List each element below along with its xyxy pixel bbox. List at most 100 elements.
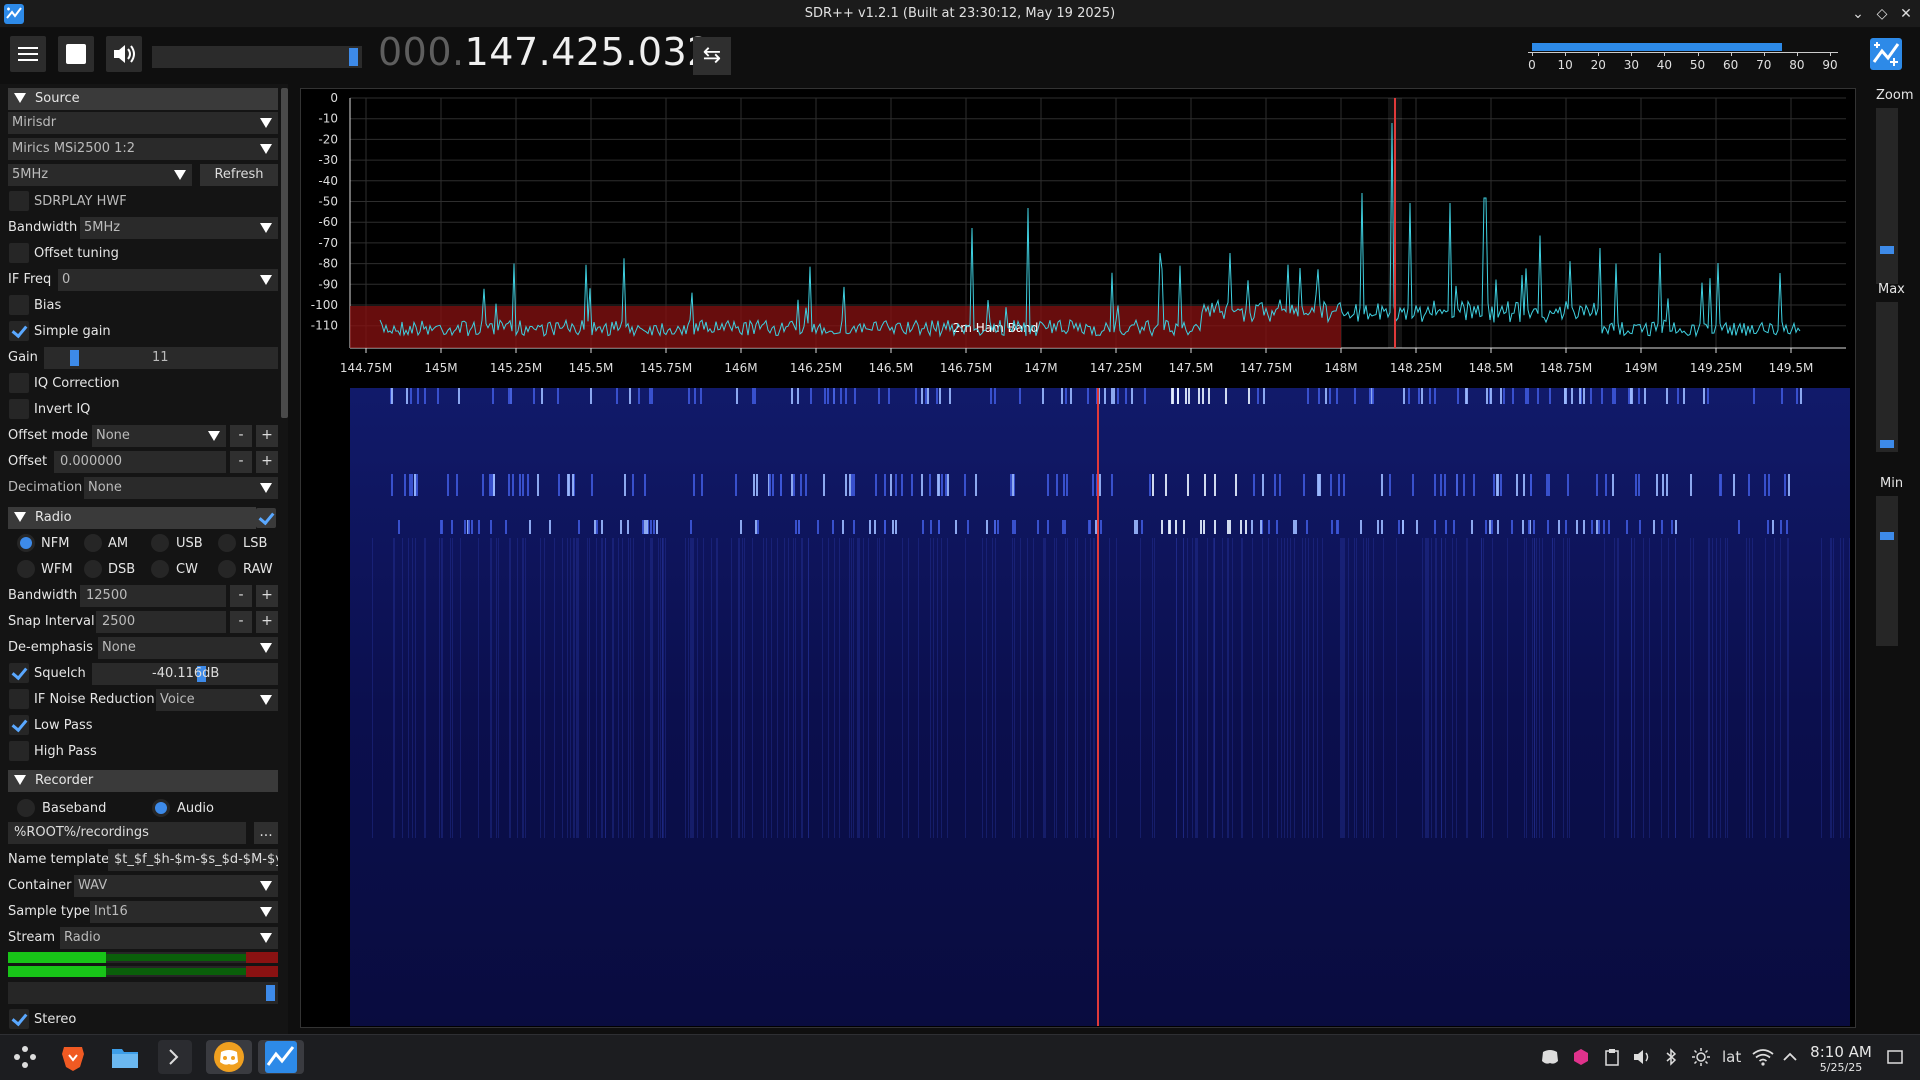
waterfall-noise-line [589,538,590,838]
stream-select[interactable]: Radio [60,927,278,949]
left-panel-scrollbar[interactable] [281,88,288,418]
invert-iq-checkbox[interactable] [9,399,29,419]
squelch-slider[interactable]: -40.116dB [92,663,278,685]
source-bandwidth-select[interactable]: 5MHz [80,217,278,239]
sdrplay-hwf-checkbox[interactable] [9,191,29,211]
frequency-display[interactable]: 000.147.425.032 [378,30,712,74]
container-select[interactable]: WAV [74,875,278,897]
source-device-select[interactable]: Mirisdr [8,112,278,134]
snr-tick [1565,52,1567,56]
zoom-slider-handle[interactable] [1880,246,1894,254]
volume-button[interactable] [106,36,142,72]
mode-radio-am[interactable] [84,534,102,552]
high-pass-checkbox[interactable] [9,741,29,761]
deemphasis-select[interactable]: None [98,637,278,659]
terminal-icon[interactable] [158,1040,192,1074]
low-pass-checkbox[interactable] [9,715,29,735]
clock-time[interactable]: 8:10 AM [1802,1043,1880,1061]
if-freq-select[interactable]: 0 [58,269,278,291]
mode-radio-nfm[interactable] [17,534,35,552]
mode-radio-lsb[interactable] [218,534,236,552]
radio-bandwidth-input[interactable]: 12500 [80,585,226,607]
app-tray-icon[interactable] [1572,1048,1590,1070]
mode-radio-wfm[interactable] [17,560,35,578]
refresh-button[interactable]: Refresh [200,164,278,186]
file-manager-icon[interactable] [108,1040,142,1074]
simple-gain-checkbox[interactable] [9,321,29,341]
recorder-audio-radio[interactable] [152,799,170,817]
offset-minus-button[interactable]: - [230,451,252,473]
radio-enable-checkbox[interactable] [256,508,276,528]
mode-radio-raw[interactable] [218,560,236,578]
recorder-volume-handle[interactable] [266,985,275,1001]
if-noise-reduction-checkbox[interactable] [9,689,29,709]
brightness-icon[interactable] [1692,1048,1710,1070]
recorder-volume-slider[interactable] [8,982,278,1004]
offset-mode-plus-button[interactable]: + [256,425,278,447]
volume-slider-handle[interactable] [349,48,358,66]
discord-tray-icon[interactable] [1540,1048,1560,1070]
clock-date[interactable]: 5/25/25 [1802,1061,1880,1074]
min-slider-handle[interactable] [1880,532,1894,540]
stereo-checkbox[interactable] [9,1009,29,1029]
app-launcher-icon[interactable] [8,1040,42,1074]
mode-radio-dsb[interactable] [84,560,102,578]
if-noise-reduction-select[interactable]: Voice [156,689,278,711]
samplerate-select[interactable]: 5MHz [8,164,192,186]
mode-radio-usb[interactable] [151,534,169,552]
zoom-slider[interactable] [1876,108,1898,284]
close-icon[interactable]: ✕ [1896,4,1916,24]
dropdown-icon [174,170,186,180]
menu-button[interactable] [10,36,46,72]
offset-mode-minus-button[interactable]: - [230,425,252,447]
hardware-select[interactable]: Mirics MSi2500 1:2 [8,138,278,160]
offset-input[interactable]: 0.000000 [54,451,226,473]
fft-y-tick-label: -50 [318,195,338,209]
offset-plus-button[interactable]: + [256,451,278,473]
stop-button[interactable] [58,36,94,72]
snap-interval-plus-button[interactable]: + [256,611,278,633]
iq-correction-checkbox[interactable] [9,373,29,393]
gain-slider-handle[interactable] [70,350,79,366]
browse-button[interactable]: ... [254,822,278,844]
offset-mode-select[interactable]: None [92,425,226,447]
name-template-input[interactable]: $t_$f_$h-$m-$s_$d-$M-$y [108,849,278,871]
bluetooth-icon[interactable] [1664,1048,1678,1070]
gain-slider[interactable]: 11 [44,347,278,369]
volume-icon[interactable] [1632,1048,1652,1070]
squelch-checkbox[interactable] [9,663,29,683]
wifi-icon[interactable] [1752,1048,1774,1070]
decimation-select[interactable]: None [84,477,278,499]
recorder-section-header[interactable]: Recorder [8,770,278,792]
snap-interval-minus-button[interactable]: - [230,611,252,633]
frequency-digits[interactable]: 147.425.032 [465,30,712,74]
waterfall-tuning-cursor[interactable] [1097,388,1099,1026]
keyboard-layout[interactable]: lat [1722,1048,1741,1066]
radio-bandwidth-minus-button[interactable]: - [230,585,252,607]
minimize-icon[interactable]: ⌄ [1848,4,1868,24]
max-slider-handle[interactable] [1880,440,1894,448]
recorder-baseband-radio[interactable] [17,799,35,817]
maximize-icon[interactable]: ◇ [1872,4,1892,24]
brave-browser-icon[interactable] [56,1040,90,1074]
recording-path-input[interactable]: %ROOT%/recordings [8,822,246,844]
show-hidden-icons[interactable] [1782,1048,1798,1070]
source-section-header[interactable]: Source [8,88,278,110]
radio-section-header[interactable]: Radio [8,507,256,529]
fft-plot[interactable]: 0 -10 -20 -30 -40 -50 -60 -70 -80 -90 -100 -110 144.… [300,88,1856,388]
max-slider[interactable] [1876,302,1898,452]
clipboard-icon[interactable] [1604,1048,1620,1070]
frequency-leading-digits[interactable]: 000. [378,30,465,74]
tuning-mode-button[interactable]: ⇆ [693,37,731,75]
offset-tuning-checkbox[interactable] [9,243,29,263]
volume-slider[interactable] [152,46,362,68]
sdrpp-icon[interactable] [258,1040,304,1074]
show-desktop-icon[interactable] [1886,1048,1904,1070]
discord-icon[interactable] [206,1040,252,1074]
snap-interval-input[interactable]: 2500 [96,611,226,633]
sample-type-select[interactable]: Int16 [90,901,278,923]
mode-radio-cw[interactable] [151,560,169,578]
radio-bandwidth-plus-button[interactable]: + [256,585,278,607]
bias-checkbox[interactable] [9,295,29,315]
min-slider[interactable] [1876,496,1898,646]
